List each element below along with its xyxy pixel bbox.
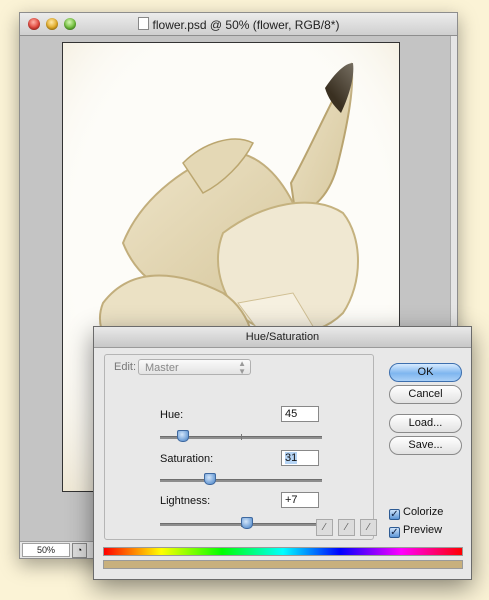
document-title: flower.psd @ 50% (flower, RGB/8*) (152, 18, 340, 32)
hue-slider-thumb[interactable] (176, 430, 189, 442)
adjusted-spectrum-bar (103, 560, 463, 569)
eyedropper-icon[interactable]: ⁄ (316, 519, 333, 536)
lightness-slider[interactable] (160, 517, 322, 529)
hue-label: Hue: (160, 409, 184, 421)
eyedropper-plus-icon[interactable]: ⁄ (338, 519, 355, 536)
saturation-value: 31 (285, 452, 298, 464)
document-titlebar[interactable]: flower.psd @ 50% (flower, RGB/8*) (20, 13, 457, 36)
lightness-value: +7 (285, 494, 298, 506)
saturation-label: Saturation: (160, 453, 214, 465)
lightness-input[interactable]: +7 (281, 492, 319, 508)
lightness-label: Lightness: (160, 495, 211, 507)
edit-select[interactable]: Master ▲ ▼ (138, 359, 251, 376)
document-icon (137, 17, 149, 30)
preview-checkbox[interactable]: ✓ (389, 527, 400, 538)
dialog-title[interactable]: Hue/Saturation (94, 327, 471, 348)
adjustment-group: Edit: Master ▲ ▼ Hue: 45 Saturation: 31 L… (104, 354, 374, 540)
hue-saturation-dialog: Hue/Saturation Edit: Master ▲ ▼ Hue: 45 S… (93, 326, 472, 580)
preview-label: Preview (403, 524, 443, 536)
saturation-slider[interactable] (160, 473, 322, 485)
document-info-icon[interactable]: ◔ (72, 543, 87, 558)
ok-button[interactable]: OK (389, 363, 462, 382)
saturation-slider-thumb[interactable] (204, 473, 217, 485)
chevron-updown-icon: ▲ ▼ (238, 359, 246, 376)
colorize-label: Colorize (403, 506, 444, 518)
colorize-checkbox[interactable]: ✓ (389, 509, 400, 520)
hue-input[interactable]: 45 (281, 406, 319, 422)
preview-checkbox-row[interactable]: ✓ Preview (389, 524, 442, 538)
saturation-input[interactable]: 31 (281, 450, 319, 466)
load-button[interactable]: Load... (389, 414, 462, 433)
hue-slider-center-tick (241, 434, 242, 440)
save-button[interactable]: Save... (389, 436, 462, 455)
hue-value: 45 (285, 408, 298, 420)
lightness-slider-thumb[interactable] (240, 517, 253, 529)
colorize-checkbox-row[interactable]: ✓ Colorize (389, 506, 443, 520)
hue-spectrum-bar (103, 547, 463, 556)
eyedropper-minus-icon[interactable]: ⁄ (360, 519, 377, 536)
hue-slider[interactable] (160, 430, 322, 442)
zoom-field[interactable]: 50% (22, 543, 70, 557)
document-title-wrap: flower.psd @ 50% (flower, RGB/8*) (20, 17, 457, 32)
edit-label: Edit: (114, 361, 137, 373)
edit-select-value: Master (145, 362, 179, 374)
cancel-button[interactable]: Cancel (389, 385, 462, 404)
